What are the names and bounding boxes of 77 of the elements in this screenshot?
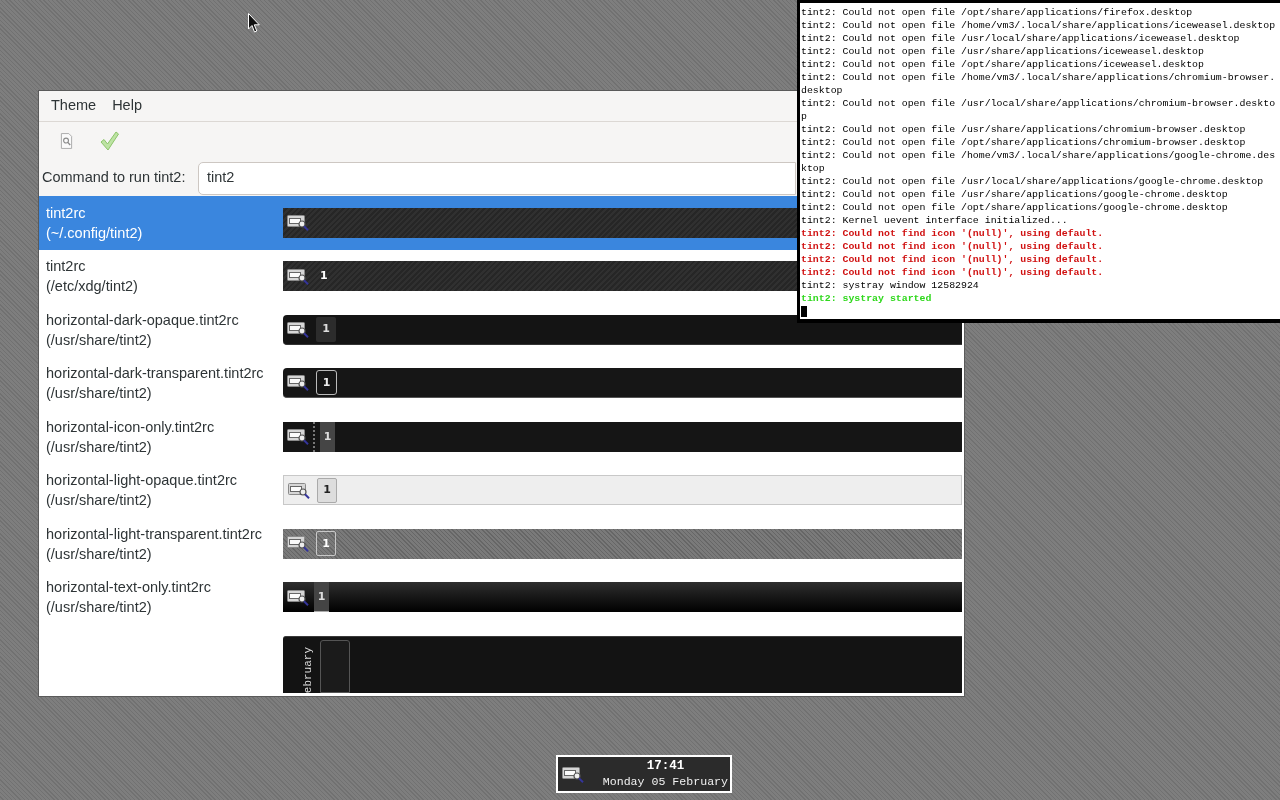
theme-name: horizontal-dark-transparent.tint2rc [46, 364, 265, 384]
theme-name: tint2rc [46, 257, 87, 277]
menu-item[interactable]: Help [104, 93, 150, 119]
terminal-line: desktop [801, 84, 843, 97]
theme-list-item[interactable]: horizontal-light-opaque.tint2rc (/usr/share/tint2) 1 [39, 463, 964, 517]
terminal-line: tint2: Could not find icon '(null)', using default. [801, 266, 1104, 279]
terminal-line: tint2: Could not find icon '(null)', using default. [801, 227, 1104, 240]
desktop-label: 1 [320, 268, 328, 284]
dotted-separator [313, 421, 315, 452]
theme-list-item[interactable]: tint2rc (/etc/xdg/tint2) 1 [39, 249, 797, 303]
mouse-pointer-icon [248, 13, 260, 33]
terminal-line: ktop [801, 162, 825, 175]
theme-name: horizontal-light-transparent.tint2rc [46, 524, 263, 544]
terminal-line: tint2: systray window 12582924 [801, 279, 979, 292]
window-magnifier-icon [287, 374, 309, 392]
theme-path: (/etc/xdg/tint2) [46, 277, 139, 297]
theme-path: (/usr/share/tint2) [46, 598, 153, 618]
theme-path: (/usr/share/tint2) [46, 437, 153, 457]
theme-name: horizontal-icon-only.tint2rc [46, 417, 216, 437]
clock-date: Monday 05 February [602, 774, 728, 789]
window-magnifier-icon [562, 765, 584, 783]
desktop-label: 1 [317, 477, 337, 503]
theme-name: tint2rc [46, 203, 87, 223]
terminal-line: tint2: Could not open file /usr/share/applications/google-chrome.desktop [801, 188, 1228, 201]
terminal-line: tint2: systray started [801, 292, 932, 305]
terminal-line: tint2: Could not open file /usr/share/applications/iceweasel.desktop [801, 45, 1204, 58]
theme-list-item[interactable]: horizontal-dark-transparent.tint2rc (/usr/share/tint2) 1 [39, 356, 964, 410]
terminal-line: tint2: Could not open file /usr/local/share/applications/google-chrome.desktop [801, 175, 1264, 188]
theme-name: horizontal-dark-opaque.tint2rc [46, 310, 240, 330]
theme-list-item[interactable]: horizontal-dark-opaque.tint2rc (/usr/share/tint2) 1 [39, 303, 964, 357]
document-magnifier-icon [59, 133, 73, 149]
desktop-label: 1 [316, 316, 336, 342]
theme-path: (/usr/share/tint2) [46, 544, 153, 564]
terminal-line: tint2: Could not open file /home/vm3/.local/share/applications/chromium-browser. [801, 71, 1276, 84]
terminal-line: tint2: Could not open file /home/vm3/.local/share/applications/iceweasel.desktop [801, 19, 1276, 32]
theme-path: (/usr/share/tint2) [46, 384, 153, 404]
terminal-line: tint2: Could not open file /opt/share/applications/firefox.desktop [801, 6, 1193, 19]
theme-path: (~/.config/tint2) [46, 223, 144, 243]
desktop-label: 1 [320, 421, 335, 452]
theme-list-item[interactable]: tint2rc (~/.config/tint2) [39, 196, 797, 250]
desktop-label: 1 [316, 531, 336, 557]
theme-list-item[interactable]: ebruary [39, 624, 964, 693]
clock-text: ebruary [302, 647, 315, 694]
terminal-line: tint2: Could not open file /usr/local/share/applications/iceweasel.desktop [801, 32, 1240, 45]
terminal-line: tint2: Could not find icon '(null)', using default. [801, 253, 1104, 266]
terminal-line: tint2: Could not open file /opt/share/applications/google-chrome.desktop [801, 201, 1228, 214]
desktop-label: 1 [314, 582, 329, 613]
window-magnifier-icon [287, 535, 309, 553]
checkmark-icon [99, 131, 119, 151]
window-magnifier-icon [287, 428, 309, 446]
terminal-line: tint2: Could not open file /opt/share/applications/chromium-browser.desktop [801, 136, 1246, 149]
terminal-line: tint2: Kernel uevent interface initialized... [801, 214, 1068, 227]
theme-list-item[interactable]: horizontal-icon-only.tint2rc (/usr/share/tint2) 1 [39, 410, 964, 464]
theme-name: horizontal-text-only.tint2rc [46, 578, 212, 598]
terminal-cursor [801, 306, 807, 317]
command-label: Command to run tint2: [42, 168, 187, 188]
terminal-line: tint2: Could not open file /opt/share/applications/iceweasel.desktop [801, 58, 1204, 71]
theme-list-item[interactable]: horizontal-text-only.tint2rc (/usr/share/tint2) 1 [39, 570, 964, 624]
clock-time: 17:41 [646, 759, 685, 774]
terminal-line: tint2: Could not find icon '(null)', using default. [801, 240, 1104, 253]
menu-item[interactable]: Theme [43, 93, 105, 119]
terminal-line: tint2: Could not open file /home/vm3/.local/share/applications/google-chrome.des [801, 149, 1276, 162]
window-magnifier-icon [287, 320, 309, 338]
window-magnifier-icon [288, 481, 310, 499]
desktop-label: 1 [316, 370, 337, 396]
window-magnifier-icon [287, 588, 309, 606]
taskbar-slot [320, 640, 350, 693]
theme-list-item[interactable]: horizontal-light-transparent.tint2rc (/usr/share/tint2) 1 [39, 517, 964, 571]
theme-path: (/usr/share/tint2) [46, 330, 153, 350]
terminal-line: p [801, 110, 807, 123]
window-magnifier-icon [287, 214, 309, 232]
theme-path: (/usr/share/tint2) [46, 491, 153, 511]
theme-name: horizontal-light-opaque.tint2rc [46, 471, 239, 491]
window-magnifier-icon [287, 267, 309, 285]
terminal-line: tint2: Could not open file /usr/local/share/applications/chromium-browser.deskto [801, 97, 1276, 110]
terminal-line: tint2: Could not open file /usr/share/applications/chromium-browser.desktop [801, 123, 1246, 136]
command-input[interactable]: tint2 [198, 161, 796, 195]
